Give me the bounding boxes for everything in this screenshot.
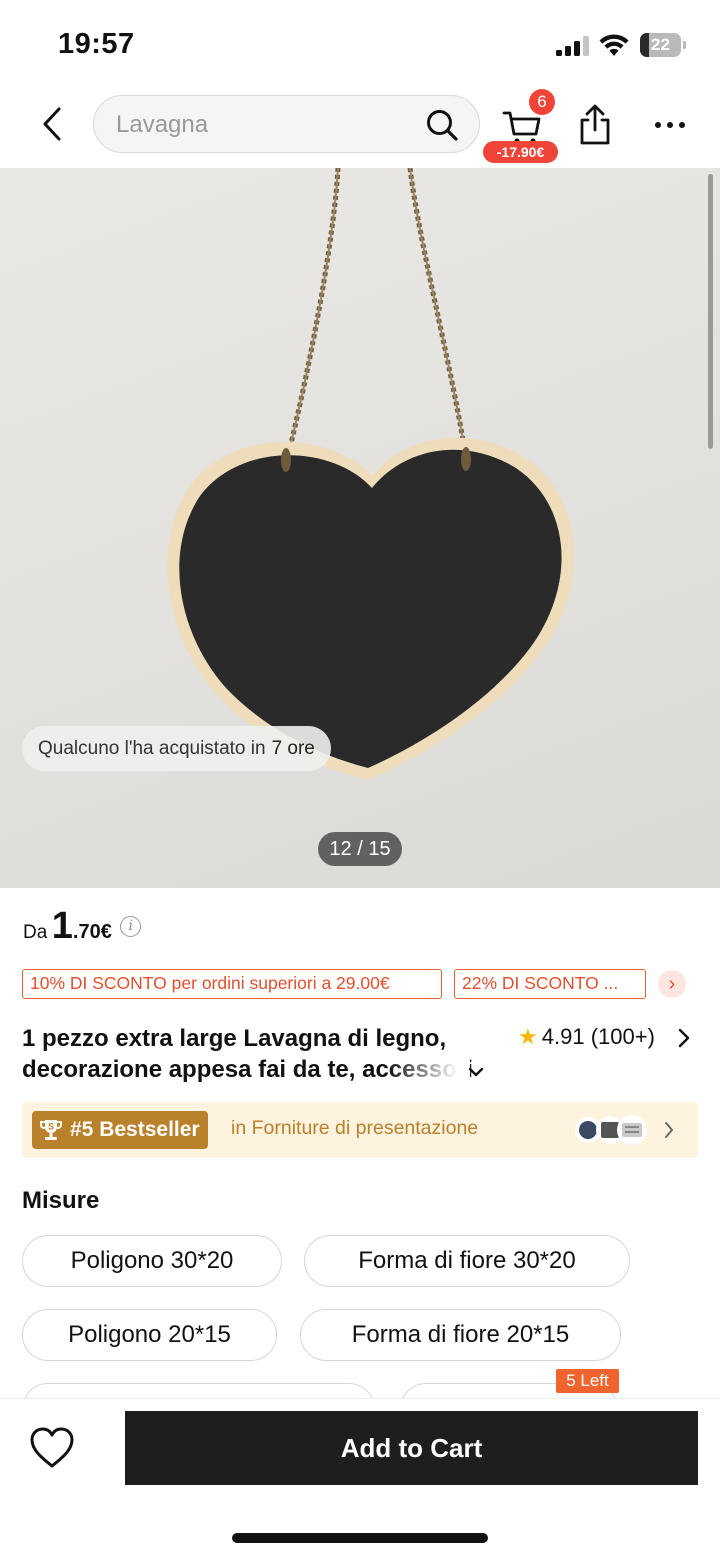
category-thumbnails [575,1115,647,1145]
back-icon [43,107,61,141]
bestseller-badge: S #5 Bestseller [32,1111,208,1149]
stock-badge: 5 Left [556,1369,619,1393]
wifi-icon [599,34,629,56]
chevron-right-icon [665,1122,673,1138]
size-option[interactable]: Forma di fiore 30*20 [304,1235,630,1287]
cart-count-badge: 6 [529,89,555,115]
search-input[interactable]: Lavagna [93,95,480,153]
search-icon[interactable] [425,108,459,142]
svg-text:S: S [48,1122,54,1132]
chevron-right-icon[interactable] [676,1027,692,1049]
share-icon[interactable] [574,103,616,147]
size-option[interactable]: Poligono 20*15 [22,1309,277,1361]
status-bar: 19:57 22 [0,0,720,84]
bestseller-banner[interactable]: S #5 Bestseller in Forniture di presenta… [22,1102,698,1158]
info-icon[interactable]: i [120,916,142,937]
price: Da 1.70€ i [23,905,142,955]
bestseller-category: in Forniture di presentazione [231,1117,479,1139]
recent-purchase-time: 7 ore [271,738,315,759]
product-image [167,168,575,780]
trophy-icon: S [40,1120,62,1140]
rating-value: 4.91 [541,1024,585,1049]
coupon-tag[interactable]: 22% DI SCONTO ... [454,969,646,999]
header: Lavagna 6 -17.90€ [0,84,720,168]
chevron-down-icon[interactable] [466,1062,486,1082]
back-button[interactable] [30,102,74,146]
heart-icon[interactable] [28,1425,76,1471]
cart-saving-badge: -17.90€ [483,141,558,163]
bottom-action-bar: Add to Cart [0,1398,720,1558]
bestseller-rank: #5 Bestseller [70,1118,200,1141]
battery-level: 22 [651,35,670,54]
status-time: 19:57 [58,28,135,60]
recent-purchase-toast: Qualcuno l'ha acquistato in 7 ore [22,726,331,771]
add-to-cart-button[interactable]: Add to Cart [125,1411,698,1485]
battery-icon: 22 [640,33,686,57]
sizes-title: Misure [22,1187,100,1214]
star-icon: ★ [518,1024,538,1049]
price-prefix: Da [23,922,48,943]
coupon-tag[interactable]: 10% DI SCONTO per ordini superiori a 29.… [22,969,442,999]
signal-icon [556,36,589,56]
product-image-gallery[interactable]: Qualcuno l'ha acquistato in 7 ore 12 / 15 [0,168,720,888]
image-counter: 12 / 15 [318,832,402,866]
price-integer: 1 [51,905,73,947]
home-indicator[interactable] [232,1533,488,1543]
coupons-more-icon[interactable]: › [658,970,686,998]
price-decimal: .70€ [72,921,112,943]
product-rating[interactable]: ★ 4.91 (100+) [518,1024,655,1050]
gallery-scrollbar [708,174,713,449]
more-icon[interactable] [648,114,692,136]
size-option[interactable]: Forma di fiore 20*15 [300,1309,621,1361]
review-count: (100+) [590,1024,655,1049]
recent-purchase-text: Qualcuno l'ha acquistato in [38,738,266,759]
size-option[interactable]: Poligono 30*20 [22,1235,282,1287]
search-placeholder: Lavagna [116,111,209,138]
